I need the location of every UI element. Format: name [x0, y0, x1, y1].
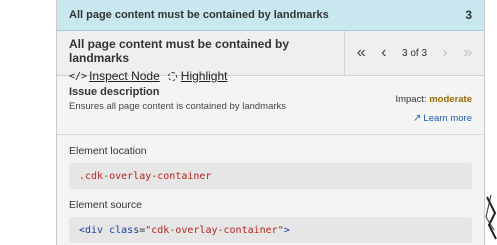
- header-title: All page content must be contained by la…: [69, 37, 290, 65]
- impact: Impact: moderate: [395, 94, 472, 105]
- element-source-label: Element source: [69, 199, 142, 211]
- source-attr: class: [109, 224, 140, 236]
- highlight-label: Highlight: [180, 69, 228, 83]
- inspect-node-label: Inspect Node: [89, 69, 160, 83]
- issue-header: All page content must be contained by la…: [57, 31, 484, 83]
- issue-description: Ensures all page content is contained by…: [69, 101, 287, 112]
- issue-title: Issue description: [69, 86, 160, 98]
- issue-count: 3: [465, 8, 472, 22]
- impact-box: Impact: moderate ↗ Learn more: [395, 94, 472, 126]
- first-page-icon[interactable]: «: [357, 45, 366, 61]
- source-tag-close: >: [283, 224, 290, 236]
- banner-title: All page content must be contained by la…: [69, 9, 329, 21]
- rule-banner[interactable]: All page content must be contained by la…: [57, 0, 484, 31]
- issue-content: Issue description Ensures all page conte…: [57, 76, 484, 243]
- pager-text: 3 of 3: [401, 47, 428, 59]
- element-source-box: <div class = "cdk-overlay-container" >: [69, 217, 472, 243]
- impact-label: Impact:: [395, 94, 427, 105]
- highlight-link[interactable]: Highlight: [167, 69, 228, 83]
- external-link-icon: ↗: [413, 113, 422, 124]
- element-location-label: Element location: [69, 145, 147, 157]
- issue-row: Issue description Ensures all page conte…: [69, 86, 472, 126]
- prev-page-icon[interactable]: ‹: [381, 45, 386, 61]
- learn-more-link[interactable]: ↗ Learn more: [413, 113, 472, 124]
- background-page-fragment: [485, 195, 497, 240]
- issue-panel: All page content must be contained by la…: [56, 0, 485, 245]
- element-location-box: .cdk-overlay-container: [69, 163, 472, 189]
- pager: « ‹ 3 of 3 › »: [344, 31, 484, 75]
- header-actions: </> Inspect Node Highlight: [69, 69, 344, 83]
- inspect-node-link[interactable]: </> Inspect Node: [69, 69, 160, 83]
- divider: [57, 134, 484, 135]
- issue-text: Issue description Ensures all page conte…: [69, 86, 286, 126]
- element-location-value: .cdk-overlay-container: [79, 170, 212, 182]
- code-icon: </>: [69, 70, 88, 82]
- source-value: "cdk-overlay-container": [145, 224, 284, 236]
- highlight-icon: [167, 71, 177, 81]
- last-page-icon[interactable]: »: [463, 45, 472, 61]
- learn-more-label: Learn more: [423, 113, 472, 124]
- source-tag-open: <div: [79, 224, 110, 236]
- impact-value: moderate: [429, 94, 472, 105]
- header-left: All page content must be contained by la…: [57, 31, 344, 83]
- next-page-icon[interactable]: ›: [443, 45, 448, 61]
